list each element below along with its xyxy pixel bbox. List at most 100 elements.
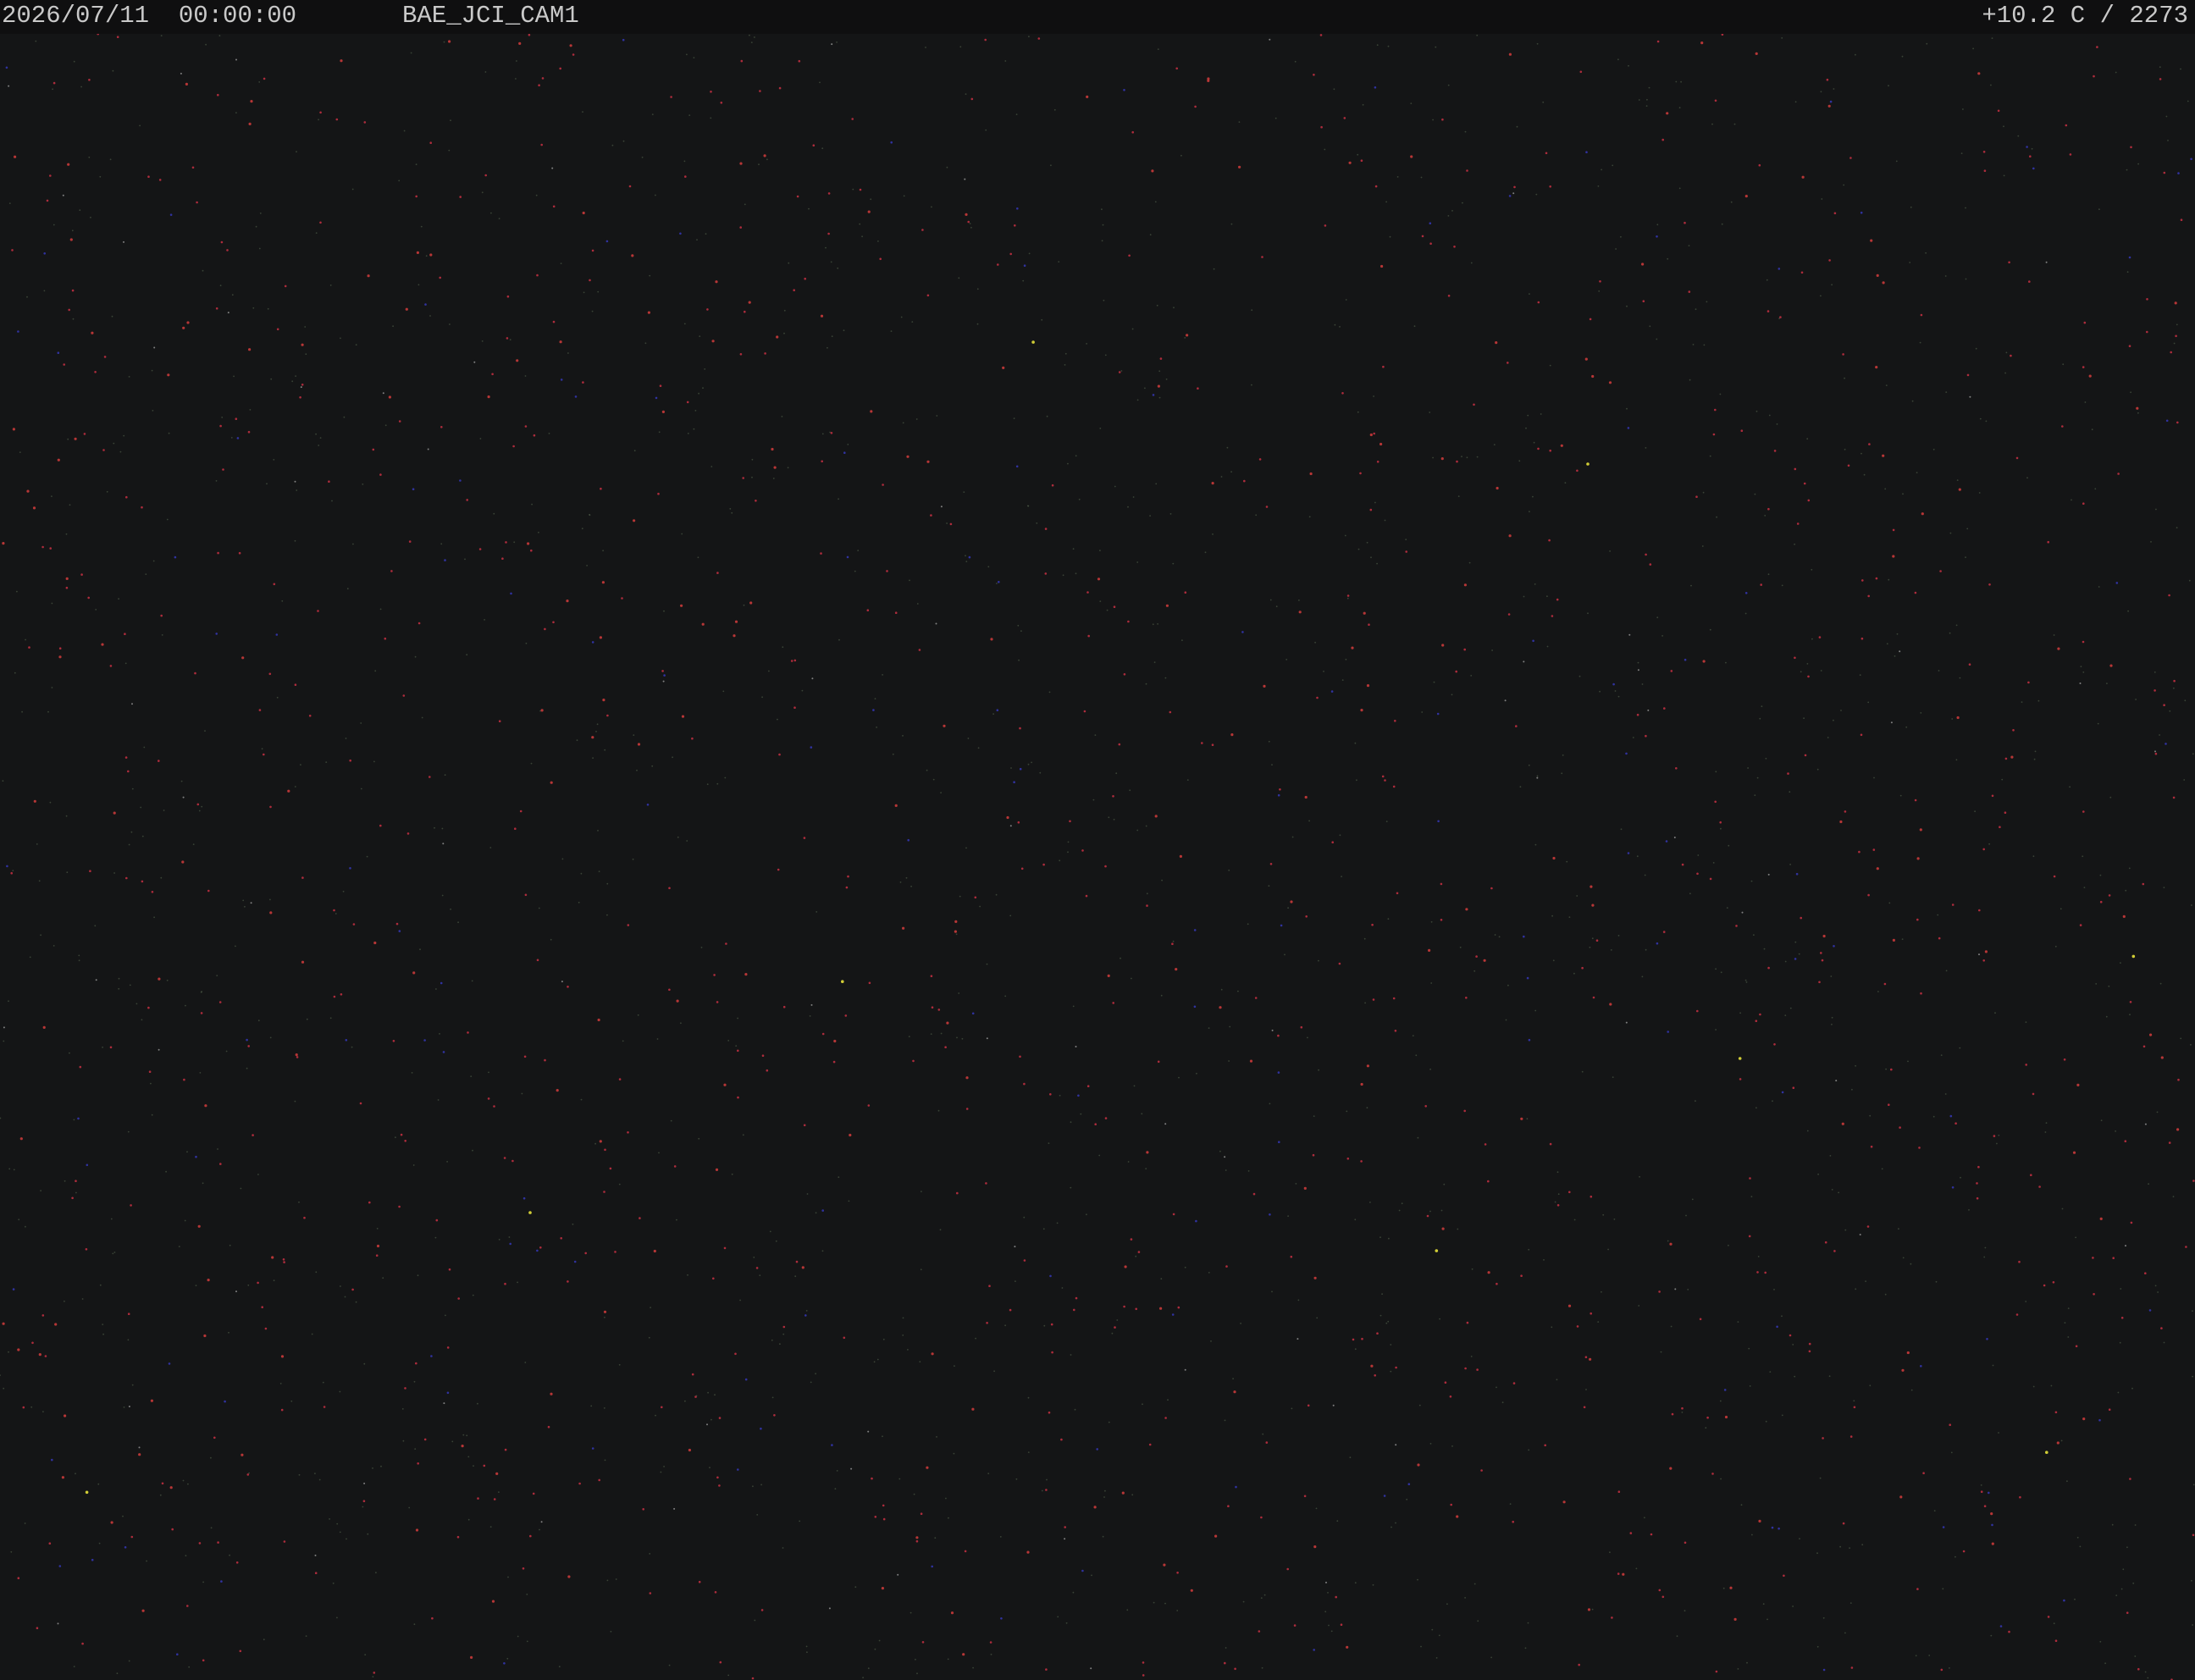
star-point [1173,307,1175,309]
star-point [364,1654,367,1655]
star-point [900,316,903,318]
star-point [1684,1541,1687,1545]
star-point [644,342,647,345]
star-point [1524,1647,1527,1650]
star-point [1164,1123,1167,1125]
star-point [2063,1599,2065,1602]
star-point [1858,850,1860,854]
star-point [363,1362,366,1365]
star-point [1966,373,1970,377]
star-point [138,1446,141,1449]
star-point [1260,1597,1263,1599]
star-point [827,192,831,195]
star-point [695,1395,698,1397]
star-point [1916,1588,1919,1590]
star-point [329,285,332,286]
star-point [986,1322,988,1324]
star-point [1131,328,1134,330]
star-point [1835,1080,1838,1082]
star-point [804,277,806,280]
star-point [315,232,318,234]
star-point [967,738,970,739]
star-point [1794,958,1797,960]
star-point [241,656,245,660]
star-point [269,805,272,809]
star-point [655,1414,656,1417]
star-point [812,144,816,146]
star-point [1261,1666,1263,1669]
star-point [373,1672,376,1674]
star-point [2180,1037,2182,1040]
star-point [2155,508,2157,511]
star-point [25,638,26,641]
star-point [268,672,272,676]
star-point [861,235,863,238]
star-point [1112,795,1114,798]
star-point [1841,1122,1844,1125]
star-point [1277,793,1280,797]
star-point [1424,1105,1427,1108]
star-point [1152,623,1154,626]
star-point [1771,1526,1774,1529]
star-point [1430,982,1433,984]
star-point [1086,95,1089,98]
star-point [1542,101,1545,103]
star-point [110,1218,113,1220]
star-point [8,202,11,205]
star-point [2025,1021,2027,1023]
star-point [1535,193,1538,196]
star-point [151,369,153,372]
star-point [1911,400,1914,402]
star-point [97,34,99,36]
star-point [2146,330,2148,334]
star-point [301,960,305,964]
star-point [1461,456,1462,457]
star-point [661,670,664,672]
star-point [882,1338,885,1340]
star-point [224,1400,226,1403]
star-point [1127,620,1130,623]
star-point [876,727,877,728]
star-point [18,1219,20,1221]
star-point [1844,377,1846,379]
star-point [506,337,509,340]
star-point [1990,1634,1993,1637]
star-point [997,263,999,266]
star-point [1764,1271,1767,1274]
star-point [1673,837,1676,838]
star-point [71,289,75,292]
star-point [1211,482,1214,485]
star-point [2038,1185,2041,1188]
star-point [1617,1572,1620,1575]
star-point [38,1353,41,1357]
star-point [754,36,755,38]
star-point [379,824,382,827]
star-point [2105,1015,2108,1018]
star-point [1549,364,1551,367]
star-point [1617,1490,1621,1493]
star-point [2109,796,2112,799]
star-point [215,307,218,310]
star-point [718,1417,722,1419]
star-point [1969,395,1971,398]
star-point [742,477,744,479]
star-point [920,1268,922,1271]
star-point [94,371,97,373]
star-point [319,221,322,224]
star-point [1065,1622,1068,1624]
star-point [141,1019,143,1021]
star-point [1831,1189,1833,1191]
star-point [902,1317,904,1319]
star-point [1073,1308,1075,1312]
star-point [1534,843,1537,846]
star-point [970,97,974,101]
star-point [246,1473,250,1476]
star-point [1165,604,1169,607]
star-point [514,827,517,830]
star-point [220,1580,223,1583]
star-point [1041,1489,1043,1492]
star-point [269,1036,272,1039]
star-point [605,240,609,243]
star-point [939,1229,942,1231]
star-point [1899,650,1901,653]
